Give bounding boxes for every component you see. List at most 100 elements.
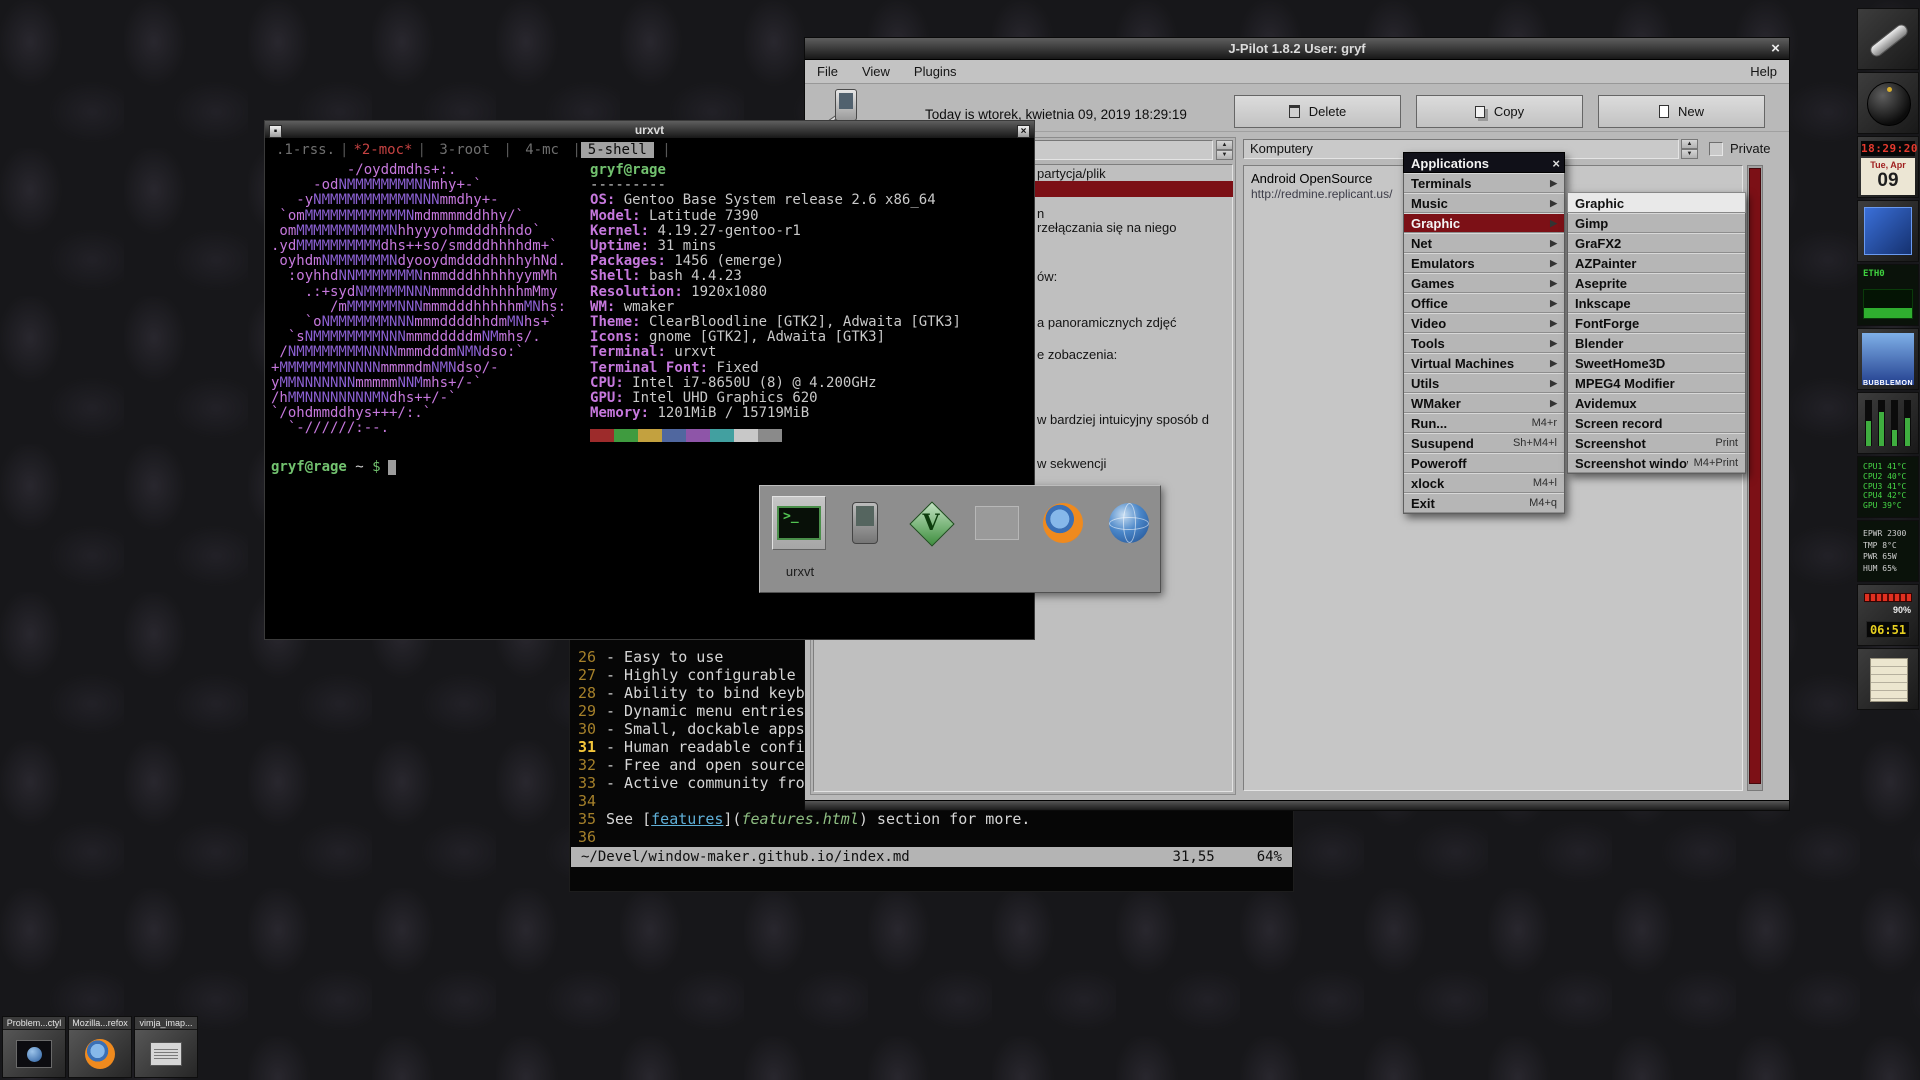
menu-item-susupend[interactable]: SusupendSh+M4+l xyxy=(1404,433,1564,453)
dock-tile-knob[interactable] xyxy=(1857,72,1919,134)
menu-item-sweethome3d[interactable]: SweetHome3D xyxy=(1568,353,1745,373)
prompt-symbol: $ xyxy=(372,459,380,475)
menu-item-blender[interactable]: Blender xyxy=(1568,333,1745,353)
menu-item-label: xlock xyxy=(1411,476,1527,491)
dock-tile-bubblemon[interactable]: BUBBLEMON xyxy=(1857,328,1919,390)
menu-item-azpainter[interactable]: AZPainter xyxy=(1568,253,1745,273)
menu-item-screenshot[interactable]: ScreenshotPrint xyxy=(1568,433,1745,453)
temp-line: CPU1 41°C xyxy=(1863,462,1918,472)
scrollbar-thumb[interactable] xyxy=(1749,168,1761,784)
menu-item-screenshot-window[interactable]: Screenshot windowM4+Print xyxy=(1568,453,1745,473)
miniwindow-firefox[interactable]: Mozilla...refox xyxy=(68,1016,132,1078)
menu-item-mpeg4-modifier[interactable]: MPEG4 Modifier xyxy=(1568,373,1745,393)
menu-item-label: AZPainter xyxy=(1575,256,1738,271)
menu-item-shortcut: M4+l xyxy=(1533,477,1557,489)
menu-item-grafx2[interactable]: GraFX2 xyxy=(1568,233,1745,253)
new-button[interactable]: New xyxy=(1598,95,1765,128)
category-spinner[interactable]: ▲▼ xyxy=(1216,140,1233,160)
dock-tile-seam-ripper[interactable] xyxy=(1857,8,1919,70)
neofetch-info-line: Icons: gnome [GTK2], Adwaita [GTK3] xyxy=(590,330,961,345)
palm-pilot-icon xyxy=(852,502,878,544)
switcher-item-browser[interactable] xyxy=(1102,496,1156,550)
terminal-tab[interactable]: 3-root xyxy=(426,142,503,158)
menu-item-aseprite[interactable]: Aseprite xyxy=(1568,273,1745,293)
menu-item-office[interactable]: Office▶ xyxy=(1404,293,1564,313)
menu-item-xlock[interactable]: xlock M4+l xyxy=(1404,473,1564,493)
menu-item-utils[interactable]: Utils▶ xyxy=(1404,373,1564,393)
menu-item-fontforge[interactable]: FontForge xyxy=(1568,313,1745,333)
menu-help[interactable]: Help xyxy=(1750,64,1777,79)
dock-tile-sensors[interactable]: EPWR 2300TMP 8°CPWR 65WHUM 65% xyxy=(1857,520,1919,582)
menu-item-exit[interactable]: ExitM4+q xyxy=(1404,493,1564,513)
menu-item-gimp[interactable]: Gimp xyxy=(1568,213,1745,233)
memo-scrollbar[interactable] xyxy=(1747,165,1763,791)
vim-line-number: 29 xyxy=(572,702,606,720)
menu-close-icon[interactable]: × xyxy=(1552,153,1560,174)
menu-item-terminals[interactable]: Terminals▶ xyxy=(1404,173,1564,193)
dock-tile-pager[interactable] xyxy=(1857,200,1919,262)
dock-tile-temperatures[interactable]: CPU1 41°CCPU2 40°CCPU3 41°CCPU4 42°CGPU … xyxy=(1857,456,1919,518)
graphic-submenu-title: Graphic xyxy=(1575,196,1624,211)
terminal-tab[interactable]: 5-shell xyxy=(581,142,654,158)
menu-plugins[interactable]: Plugins xyxy=(914,64,957,79)
menu-view[interactable]: View xyxy=(862,64,890,79)
miniaturize-icon[interactable]: ▪ xyxy=(269,125,282,138)
menu-item-music[interactable]: Music▶ xyxy=(1404,193,1564,213)
submenu-arrow-icon: ▶ xyxy=(1550,218,1557,229)
terminal-tab[interactable]: .1-rss. xyxy=(271,142,340,158)
menu-item-video[interactable]: Video▶ xyxy=(1404,313,1564,333)
delete-button[interactable]: Delete xyxy=(1234,95,1401,128)
switcher-item-palm[interactable] xyxy=(838,496,892,550)
miniwindow-vimja-imap[interactable]: vimja_imap... xyxy=(134,1016,198,1078)
dock-tile-notes[interactable] xyxy=(1857,648,1919,710)
switcher-item-image-viewer[interactable] xyxy=(970,496,1024,550)
neofetch-output: -/oyddmdhs+:. -odNMMMMMMMMNNmhy+-` -yNMM… xyxy=(271,163,1028,442)
memo-category-spinner[interactable]: ▲▼ xyxy=(1681,139,1698,159)
close-icon[interactable]: × xyxy=(1017,125,1030,138)
clock-time: 18:29:20 xyxy=(1861,141,1915,156)
menu-item-screen-record[interactable]: Screen record xyxy=(1568,413,1745,433)
network-graph xyxy=(1863,289,1913,319)
terminal-tab[interactable]: 4-mc xyxy=(512,142,573,158)
menu-item-wmaker[interactable]: WMaker▶ xyxy=(1404,393,1564,413)
image-viewer-icon xyxy=(975,506,1019,540)
miniwindow-problem[interactable]: Problem...ctyl xyxy=(2,1016,66,1078)
menu-item-net[interactable]: Net▶ xyxy=(1404,233,1564,253)
menu-item-label: Aseprite xyxy=(1575,276,1738,291)
dock-tile-mixer[interactable] xyxy=(1857,392,1919,454)
close-icon[interactable]: × xyxy=(1767,40,1784,57)
menu-file[interactable]: File xyxy=(817,64,838,79)
globe-icon xyxy=(1109,503,1149,543)
info-value: gnome [GTK2], Adwaita [GTK3] xyxy=(641,329,885,345)
jpilot-titlebar[interactable]: J-Pilot 1.8.2 User: gryf × xyxy=(805,38,1789,60)
dock-tile-network[interactable]: ETH0 xyxy=(1857,264,1919,326)
menu-item-label: MPEG4 Modifier xyxy=(1575,376,1738,391)
menu-item-inkscape[interactable]: Inkscape xyxy=(1568,293,1745,313)
private-checkbox[interactable] xyxy=(1709,142,1723,156)
dock-tile-battery[interactable]: 90% 06:51 xyxy=(1857,584,1919,646)
applications-menu-titlebar[interactable]: Applications × xyxy=(1403,152,1565,173)
switcher-item-urxvt[interactable] xyxy=(772,496,826,550)
menu-item-emulators[interactable]: Emulators▶ xyxy=(1404,253,1564,273)
vim-line-number: 31 xyxy=(572,738,606,756)
menu-item-games[interactable]: Games▶ xyxy=(1404,273,1564,293)
switcher-item-firefox[interactable] xyxy=(1036,496,1090,550)
jpilot-resizebar[interactable] xyxy=(805,800,1789,810)
menu-item-poweroff[interactable]: Poweroff xyxy=(1404,453,1564,473)
sensor-readouts: EPWR 2300TMP 8°CPWR 65WHUM 65% xyxy=(1858,521,1918,574)
terminal-titlebar[interactable]: ▪ urxvt × xyxy=(265,121,1034,139)
submenu-arrow-icon: ▶ xyxy=(1550,358,1557,369)
info-label: Theme: xyxy=(590,314,641,330)
menu-item-avidemux[interactable]: Avidemux xyxy=(1568,393,1745,413)
jpilot-window-title: J-Pilot 1.8.2 User: gryf xyxy=(1228,41,1365,56)
dock-tile-clock[interactable]: 18:29:20 Tue, Apr 09 xyxy=(1857,136,1919,198)
menu-item-virtual-machines[interactable]: Virtual Machines▶ xyxy=(1404,353,1564,373)
menu-item-label: Blender xyxy=(1575,336,1738,351)
copy-button[interactable]: Copy xyxy=(1416,95,1583,128)
terminal-tab[interactable]: *2-moc* xyxy=(348,142,417,158)
menu-item-tools[interactable]: Tools▶ xyxy=(1404,333,1564,353)
switcher-item-vim[interactable]: V xyxy=(904,496,958,550)
menu-item-graphic[interactable]: Graphic▶ xyxy=(1404,213,1564,233)
graphic-submenu-titlebar[interactable]: Graphic xyxy=(1567,192,1746,213)
menu-item-run-[interactable]: Run...M4+r xyxy=(1404,413,1564,433)
